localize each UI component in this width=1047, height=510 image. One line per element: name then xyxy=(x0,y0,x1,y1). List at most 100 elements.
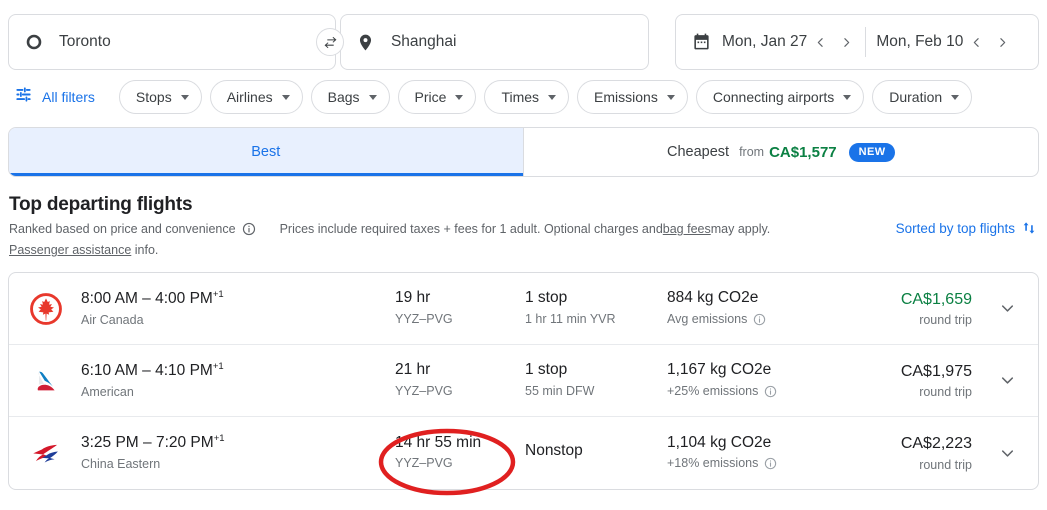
sorted-by-label: Sorted by top flights xyxy=(895,220,1015,236)
chevron-down-icon xyxy=(455,94,464,100)
flight-duration: 21 hr xyxy=(395,361,431,379)
flight-duration: 19 hr xyxy=(395,289,431,307)
expand-row-button[interactable] xyxy=(990,371,1024,390)
filter-chip-stops-label: Stops xyxy=(135,89,172,105)
chevron-down-icon xyxy=(281,94,290,100)
bag-fees-link[interactable]: bag fees xyxy=(663,222,711,236)
stops-cell: 1 stop 55 min DFW xyxy=(525,361,667,399)
stop-detail: 55 min DFW xyxy=(525,383,595,398)
flight-times-cell: 3:25 PM – 7:20 PM+1 China Eastern xyxy=(81,433,395,472)
ranking-note: Ranked based on price and convenience Pr… xyxy=(9,222,770,236)
google-flights-results-page: Toronto Shanghai Mon, Jan 27 Mon, Feb 10… xyxy=(0,0,1047,510)
chevron-down-icon xyxy=(666,94,675,100)
all-filters-button[interactable]: All filters xyxy=(8,81,101,113)
chevron-down-icon xyxy=(843,94,852,100)
emissions-cell: 1,104 kg CO2e +18% emissions xyxy=(667,434,847,472)
passenger-assistance-link[interactable]: Passenger assistance xyxy=(9,243,131,257)
new-badge: NEW xyxy=(848,142,895,162)
flight-route: YYZ–PVG xyxy=(395,311,453,326)
stops-count: 1 stop xyxy=(525,289,568,307)
day-offset: +1 xyxy=(213,433,225,445)
stops-cell: 1 stop 1 hr 11 min YVR xyxy=(525,289,667,327)
tab-cheapest-price: CA$1,577 xyxy=(769,143,837,161)
tab-cheapest[interactable]: Cheapest from CA$1,577 NEW xyxy=(524,128,1039,176)
stops-cell: Nonstop xyxy=(525,442,667,465)
flight-route: YYZ–PVG xyxy=(395,456,453,471)
return-prev-day-button[interactable] xyxy=(963,29,989,55)
table-row[interactable]: 3:25 PM – 7:20 PM+1 China Eastern 14 hr … xyxy=(9,417,1038,489)
info-icon[interactable] xyxy=(753,313,767,327)
departure-prev-day-button[interactable] xyxy=(807,29,833,55)
search-bar: Toronto Shanghai Mon, Jan 27 Mon, Feb 10 xyxy=(8,14,1039,70)
flight-price: CA$1,659 xyxy=(900,290,972,308)
filter-chip-duration-label: Duration xyxy=(889,89,943,105)
filter-chip-bags[interactable]: Bags xyxy=(310,80,390,114)
chevron-down-icon xyxy=(180,94,189,100)
filter-chip-airlines[interactable]: Airlines xyxy=(209,80,303,114)
filter-chip-times[interactable]: Times xyxy=(484,80,570,114)
info-icon[interactable] xyxy=(764,385,778,399)
chevron-down-icon xyxy=(548,94,557,100)
info-icon[interactable] xyxy=(242,222,256,236)
date-divider xyxy=(865,27,867,57)
table-row[interactable]: 6:10 AM – 4:10 PM+1 American 21 hr YYZ–P… xyxy=(9,345,1038,417)
info-icon[interactable] xyxy=(764,457,778,471)
departure-date-segment[interactable]: Mon, Jan 27 xyxy=(722,29,859,55)
tab-best[interactable]: Best xyxy=(9,128,524,176)
duration-cell: 21 hr YYZ–PVG xyxy=(395,361,525,399)
filter-chip-airlines-label: Airlines xyxy=(226,89,273,105)
filter-chip-price-label: Price xyxy=(414,89,447,105)
circle-origin-icon xyxy=(23,31,45,53)
china-eastern-logo xyxy=(29,436,81,470)
ranking-note-text: Ranked based on price and convenience xyxy=(9,222,236,236)
return-date-value: Mon, Feb 10 xyxy=(876,33,964,51)
flight-times-value: 3:25 PM – 7:20 PM xyxy=(81,434,214,452)
flight-times: 6:10 AM – 4:10 PM+1 xyxy=(81,361,395,381)
swap-icon[interactable] xyxy=(316,28,344,56)
prices-note-prefix: Prices include required taxes + fees for… xyxy=(279,222,663,236)
duration-cell: 14 hr 55 min YYZ–PVG xyxy=(395,434,525,472)
calendar-icon xyxy=(692,32,712,52)
air-canada-logo xyxy=(29,292,81,326)
origin-value: Toronto xyxy=(59,34,111,50)
flight-times-value: 6:10 AM – 4:10 PM xyxy=(81,361,213,379)
sort-arrows-icon xyxy=(1021,219,1037,237)
location-group: Toronto Shanghai xyxy=(8,14,649,70)
destination-field[interactable]: Shanghai xyxy=(339,14,649,70)
filter-chip-emissions-label: Emissions xyxy=(594,89,658,105)
destination-value: Shanghai xyxy=(390,34,457,50)
table-row[interactable]: 8:00 AM – 4:00 PM+1 Air Canada 19 hr YYZ… xyxy=(9,273,1038,345)
return-date-segment[interactable]: Mon, Feb 10 xyxy=(876,29,1015,55)
flight-price: CA$2,223 xyxy=(900,435,972,453)
day-offset: +1 xyxy=(212,288,224,300)
expand-row-button[interactable] xyxy=(990,444,1024,463)
origin-field[interactable]: Toronto xyxy=(8,14,336,70)
return-next-day-button[interactable] xyxy=(989,29,1015,55)
price-note: round trip xyxy=(919,313,972,328)
flight-times-cell: 8:00 AM – 4:00 PM+1 Air Canada xyxy=(81,289,395,328)
price-cell: CA$1,975 round trip xyxy=(847,362,990,399)
sorted-by-button[interactable]: Sorted by top flights xyxy=(896,219,1037,237)
filter-bar: All filters Stops Airlines Bags Price Ti… xyxy=(8,79,980,115)
date-range-field[interactable]: Mon, Jan 27 Mon, Feb 10 xyxy=(675,14,1039,70)
assistance-note: Passenger assistance info. xyxy=(9,243,158,257)
day-offset: +1 xyxy=(212,360,224,372)
filter-chip-stops[interactable]: Stops xyxy=(118,80,202,114)
price-cell: CA$1,659 round trip xyxy=(847,290,990,327)
tab-cheapest-from-label: from xyxy=(739,145,765,159)
filter-chip-duration[interactable]: Duration xyxy=(872,80,973,114)
chevron-down-icon xyxy=(951,94,960,100)
flight-results-list: 8:00 AM – 4:00 PM+1 Air Canada 19 hr YYZ… xyxy=(8,272,1039,490)
stops-count: 1 stop xyxy=(525,361,568,379)
expand-row-button[interactable] xyxy=(990,299,1024,318)
filter-chip-connecting-airports-label: Connecting airports xyxy=(712,89,835,105)
place-pin-icon xyxy=(355,31,377,53)
all-filters-label: All filters xyxy=(42,89,95,105)
prices-note-suffix: may apply. xyxy=(710,222,771,236)
departure-next-day-button[interactable] xyxy=(833,29,859,55)
duration-cell: 19 hr YYZ–PVG xyxy=(395,289,525,327)
filter-chip-connecting-airports[interactable]: Connecting airports xyxy=(695,80,865,114)
flight-times: 3:25 PM – 7:20 PM+1 xyxy=(81,433,395,453)
filter-chip-emissions[interactable]: Emissions xyxy=(577,80,688,114)
filter-chip-price[interactable]: Price xyxy=(397,80,477,114)
